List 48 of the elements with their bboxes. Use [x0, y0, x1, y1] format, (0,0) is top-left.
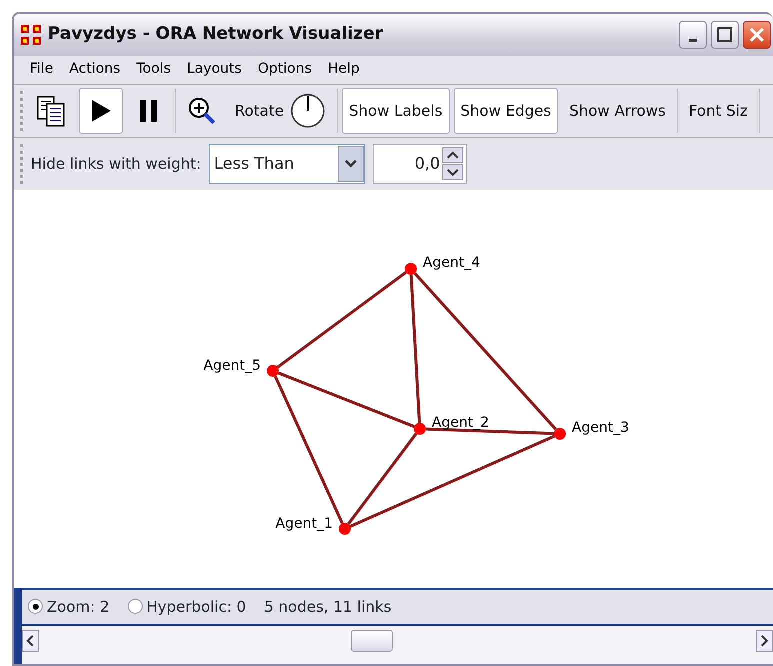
- network-node[interactable]: [339, 522, 351, 535]
- radio-label: Zoom: 2: [47, 596, 110, 618]
- window-title: Pavyzdys - ORA Network Visualizer: [48, 23, 384, 46]
- app-icon: [20, 24, 42, 46]
- node-label: Agent_3: [572, 420, 630, 436]
- caret-icon: [345, 158, 358, 169]
- status-summary: 5 nodes, 11 links: [264, 596, 392, 618]
- toggle-button[interactable]: Show Labels: [342, 88, 450, 134]
- maximize-icon: [717, 26, 733, 43]
- network-node[interactable]: [414, 422, 426, 435]
- network-node[interactable]: [554, 428, 566, 440]
- play-icon: [89, 98, 113, 124]
- minimize-icon: [689, 39, 697, 42]
- network-node[interactable]: [405, 262, 417, 275]
- node-label: Agent_2: [432, 414, 490, 431]
- menu-item[interactable]: Tools: [128, 59, 180, 80]
- pause-icon: [138, 98, 160, 124]
- menu-item[interactable]: File: [22, 59, 62, 80]
- radio-button[interactable]: [28, 599, 43, 614]
- rotate-label: Rotate: [235, 100, 284, 122]
- zoom-in-icon: [187, 96, 217, 126]
- menu-item[interactable]: Help: [320, 59, 368, 80]
- spinner-arrows-icon: [442, 146, 464, 181]
- radio-label: Hyperbolic: 0: [146, 596, 246, 618]
- menu-item[interactable]: Options: [250, 59, 320, 80]
- node-label: Agent_1: [276, 516, 333, 532]
- scroll-left-button[interactable]: [22, 630, 40, 652]
- weight-dropdown[interactable]: Less Than: [209, 144, 366, 184]
- radio-button[interactable]: [128, 599, 143, 614]
- weight-spinner[interactable]: 0,0: [373, 144, 468, 184]
- network-node[interactable]: [267, 364, 279, 377]
- play-button[interactable]: [79, 88, 123, 134]
- scroll-right-button[interactable]: [756, 630, 773, 652]
- close-button[interactable]: [743, 20, 771, 49]
- menu-item[interactable]: Layouts: [179, 59, 250, 80]
- filter-label: Hide links with weight:: [31, 154, 202, 175]
- toggle-button[interactable]: Show Edges: [454, 88, 558, 134]
- node-label: Agent_4: [423, 254, 480, 271]
- node-label: Agent_5: [204, 358, 261, 374]
- toggle-button[interactable]: Font Siz: [682, 88, 755, 134]
- toggle-button[interactable]: Show Arrows: [562, 88, 673, 134]
- dial-icon: [290, 92, 326, 129]
- close-icon: [749, 26, 765, 43]
- menu-item[interactable]: Actions: [61, 59, 129, 80]
- minimize-button[interactable]: [679, 20, 707, 49]
- rotate-button[interactable]: Rotate: [228, 88, 334, 134]
- maximize-button[interactable]: [711, 20, 739, 49]
- scrollbar-thumb[interactable]: [351, 630, 393, 652]
